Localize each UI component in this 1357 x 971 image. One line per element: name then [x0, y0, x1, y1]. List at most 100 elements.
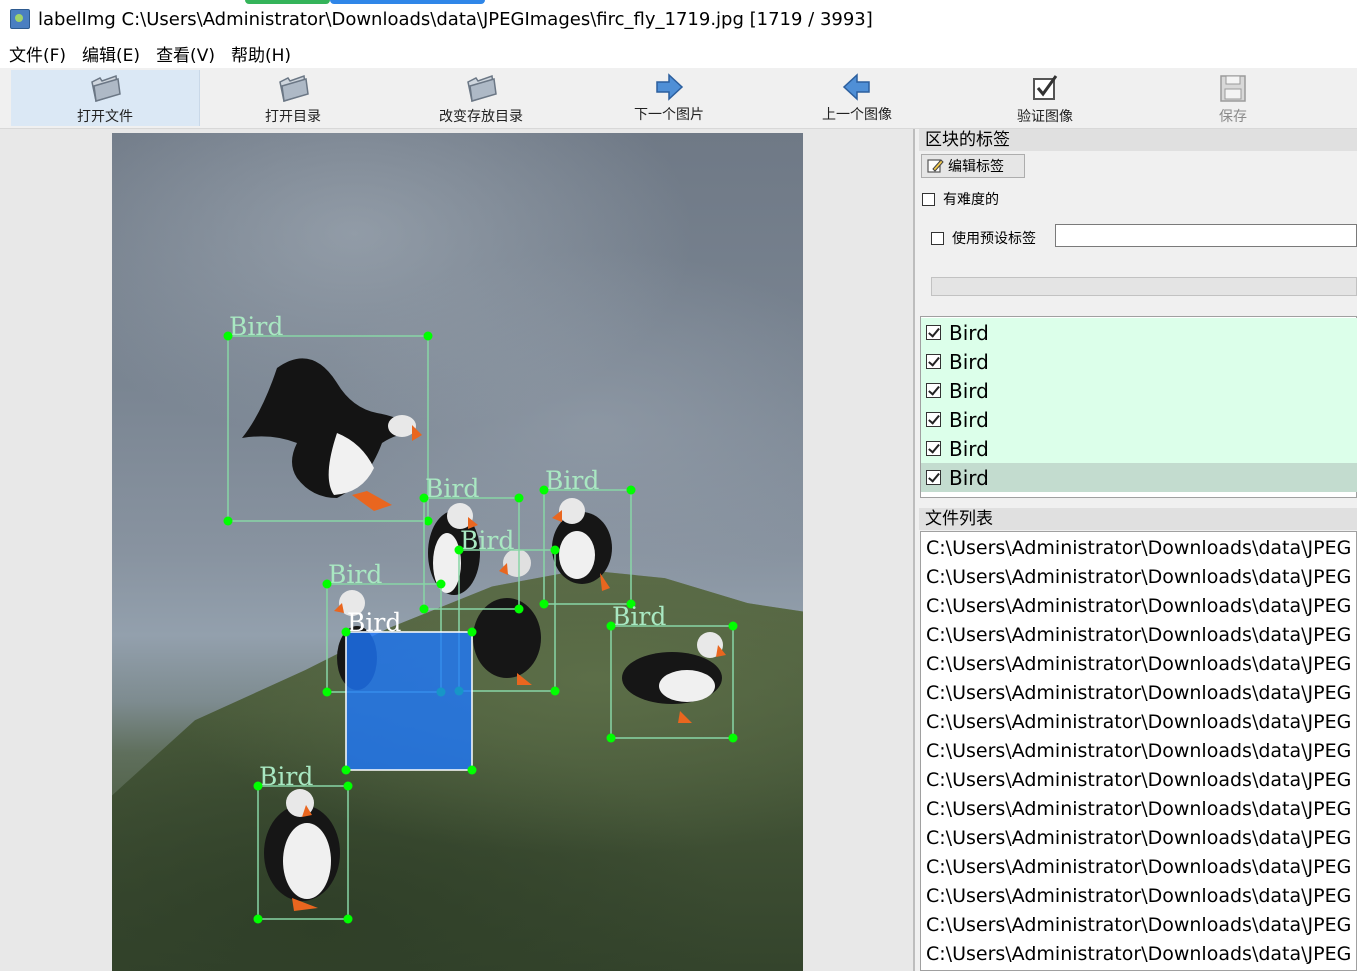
label-list-item-text: Bird [949, 407, 989, 432]
box-vertex-handle[interactable] [454, 545, 464, 555]
bounding-box[interactable]: Bird [539, 466, 636, 609]
label-list-item[interactable]: Bird [921, 405, 1357, 434]
toolbar: 打开文件 打开目录 改变存放目录 下一个图片 上一个图像 验证图像 保存 [0, 68, 1357, 129]
prev-image-button[interactable]: 上一个图像 [763, 70, 951, 126]
box-vertex-handle[interactable] [606, 621, 616, 631]
file-list-item[interactable]: C:\Users\Administrator\Downloads\data\JP… [926, 795, 1351, 824]
file-list-item[interactable]: C:\Users\Administrator\Downloads\data\JP… [926, 534, 1351, 563]
label-list-item-text: Bird [949, 378, 989, 403]
next-image-button[interactable]: 下一个图片 [575, 70, 763, 126]
box-vertex-handle[interactable] [343, 914, 353, 924]
verify-image-button[interactable]: 验证图像 [951, 70, 1139, 126]
box-vertex-handle[interactable] [253, 914, 263, 924]
selected-bounding-box[interactable]: Bird [341, 608, 477, 775]
box-vertex-handle[interactable] [223, 331, 233, 341]
folder-icon [467, 74, 497, 102]
box-vertex-handle[interactable] [626, 485, 636, 495]
box-label-text: Bird [328, 560, 382, 589]
file-list[interactable]: C:\Users\Administrator\Downloads\data\JP… [920, 531, 1357, 971]
folder-icon [91, 74, 121, 102]
label-list-item[interactable]: Bird [921, 376, 1357, 405]
menu-file[interactable]: 文件(F) [9, 41, 66, 66]
box-vertex-handle[interactable] [419, 493, 429, 503]
difficult-checkbox-label: 有难度的 [943, 192, 999, 208]
box-vertex-handle[interactable] [436, 579, 446, 589]
image-canvas[interactable]: Bird Bird Bird Bird Bird Bird Bird Bird [0, 129, 915, 971]
label-list[interactable]: Bird Bird Bird Bird Bird Bird [920, 316, 1357, 498]
open-dir-label: 打开目录 [265, 109, 321, 125]
box-vertex-handle[interactable] [341, 765, 351, 775]
file-list-item[interactable]: C:\Users\Administrator\Downloads\data\JP… [926, 679, 1351, 708]
save-button[interactable]: 保存 [1139, 70, 1327, 126]
box-vertex-handle[interactable] [343, 781, 353, 791]
file-list-item[interactable]: C:\Users\Administrator\Downloads\data\JP… [926, 853, 1351, 882]
box-vertex-handle[interactable] [467, 765, 477, 775]
open-dir-button[interactable]: 打开目录 [199, 70, 387, 126]
labelimg-app-icon [10, 9, 30, 29]
menu-help[interactable]: 帮助(H) [231, 41, 291, 66]
change-save-dir-button[interactable]: 改变存放目录 [387, 70, 575, 126]
box-vertex-handle[interactable] [419, 604, 429, 614]
file-list-item[interactable]: C:\Users\Administrator\Downloads\data\JP… [926, 824, 1351, 853]
label-list-item-text: Bird [949, 465, 989, 490]
box-vertex-handle[interactable] [322, 579, 332, 589]
box-label-text: Bird [347, 608, 401, 637]
prev-image-label: 上一个图像 [822, 107, 892, 123]
difficult-checkbox-row[interactable]: 有难度的 [922, 189, 999, 209]
box-vertex-handle[interactable] [550, 545, 560, 555]
file-list-title: 文件列表 [919, 508, 1357, 530]
file-list-item[interactable]: C:\Users\Administrator\Downloads\data\JP… [926, 650, 1351, 679]
box-vertex-handle[interactable] [539, 599, 549, 609]
file-list-item[interactable]: C:\Users\Administrator\Downloads\data\JP… [926, 592, 1351, 621]
box-vertex-handle[interactable] [423, 516, 433, 526]
window-title: labelImg C:\Users\Administrator\Download… [38, 8, 873, 30]
arrow-left-icon [842, 73, 870, 101]
box-vertex-handle[interactable] [322, 687, 332, 697]
use-preset-checkbox-row[interactable]: 使用预设标签 [931, 228, 1036, 248]
label-list-item[interactable]: Bird [921, 347, 1357, 376]
box-vertex-handle[interactable] [467, 627, 477, 637]
file-list-item[interactable]: C:\Users\Administrator\Downloads\data\JP… [926, 766, 1351, 795]
box-vertex-handle[interactable] [606, 733, 616, 743]
label-visible-checkbox[interactable] [926, 354, 941, 369]
label-filter-combo[interactable] [931, 277, 1357, 296]
menu-view[interactable]: 查看(V) [156, 41, 215, 66]
label-visible-checkbox[interactable] [926, 325, 941, 340]
box-vertex-handle[interactable] [341, 627, 351, 637]
box-label-text: Bird [612, 602, 666, 631]
box-vertex-handle[interactable] [539, 485, 549, 495]
label-list-item[interactable]: Bird [921, 463, 1357, 492]
box-vertex-handle[interactable] [253, 781, 263, 791]
edit-label-button[interactable]: 编辑标签 [921, 154, 1025, 178]
box-vertex-handle[interactable] [514, 604, 524, 614]
bounding-box[interactable]: Bird [253, 762, 353, 924]
bounding-box[interactable]: Bird [606, 602, 738, 743]
file-list-item[interactable]: C:\Users\Administrator\Downloads\data\JP… [926, 940, 1351, 969]
bounding-box[interactable]: Bird [223, 312, 433, 526]
box-vertex-handle[interactable] [423, 331, 433, 341]
label-list-item[interactable]: Bird [921, 318, 1357, 347]
use-preset-checkbox[interactable] [931, 231, 944, 245]
box-vertex-handle[interactable] [514, 493, 524, 503]
label-visible-checkbox[interactable] [926, 412, 941, 427]
difficult-checkbox[interactable] [922, 192, 935, 206]
menu-edit[interactable]: 编辑(E) [82, 41, 140, 66]
label-visible-checkbox[interactable] [926, 383, 941, 398]
file-list-item[interactable]: C:\Users\Administrator\Downloads\data\JP… [926, 882, 1351, 911]
open-file-button[interactable]: 打开文件 [11, 70, 200, 126]
preset-label-input[interactable] [1055, 224, 1357, 247]
label-visible-checkbox[interactable] [926, 470, 941, 485]
file-list-item[interactable]: C:\Users\Administrator\Downloads\data\JP… [926, 737, 1351, 766]
box-vertex-handle[interactable] [728, 621, 738, 631]
file-list-item[interactable]: C:\Users\Administrator\Downloads\data\JP… [926, 621, 1351, 650]
box-vertex-handle[interactable] [223, 516, 233, 526]
file-list-item[interactable]: C:\Users\Administrator\Downloads\data\JP… [926, 708, 1351, 737]
box-vertex-handle[interactable] [728, 733, 738, 743]
box-vertex-handle[interactable] [550, 686, 560, 696]
label-list-item[interactable]: Bird [921, 434, 1357, 463]
open-file-label: 打开文件 [77, 109, 133, 125]
file-list-item[interactable]: C:\Users\Administrator\Downloads\data\JP… [926, 563, 1351, 592]
label-visible-checkbox[interactable] [926, 441, 941, 456]
file-list-item[interactable]: C:\Users\Administrator\Downloads\data\JP… [926, 911, 1351, 940]
change-save-dir-label: 改变存放目录 [439, 109, 523, 125]
